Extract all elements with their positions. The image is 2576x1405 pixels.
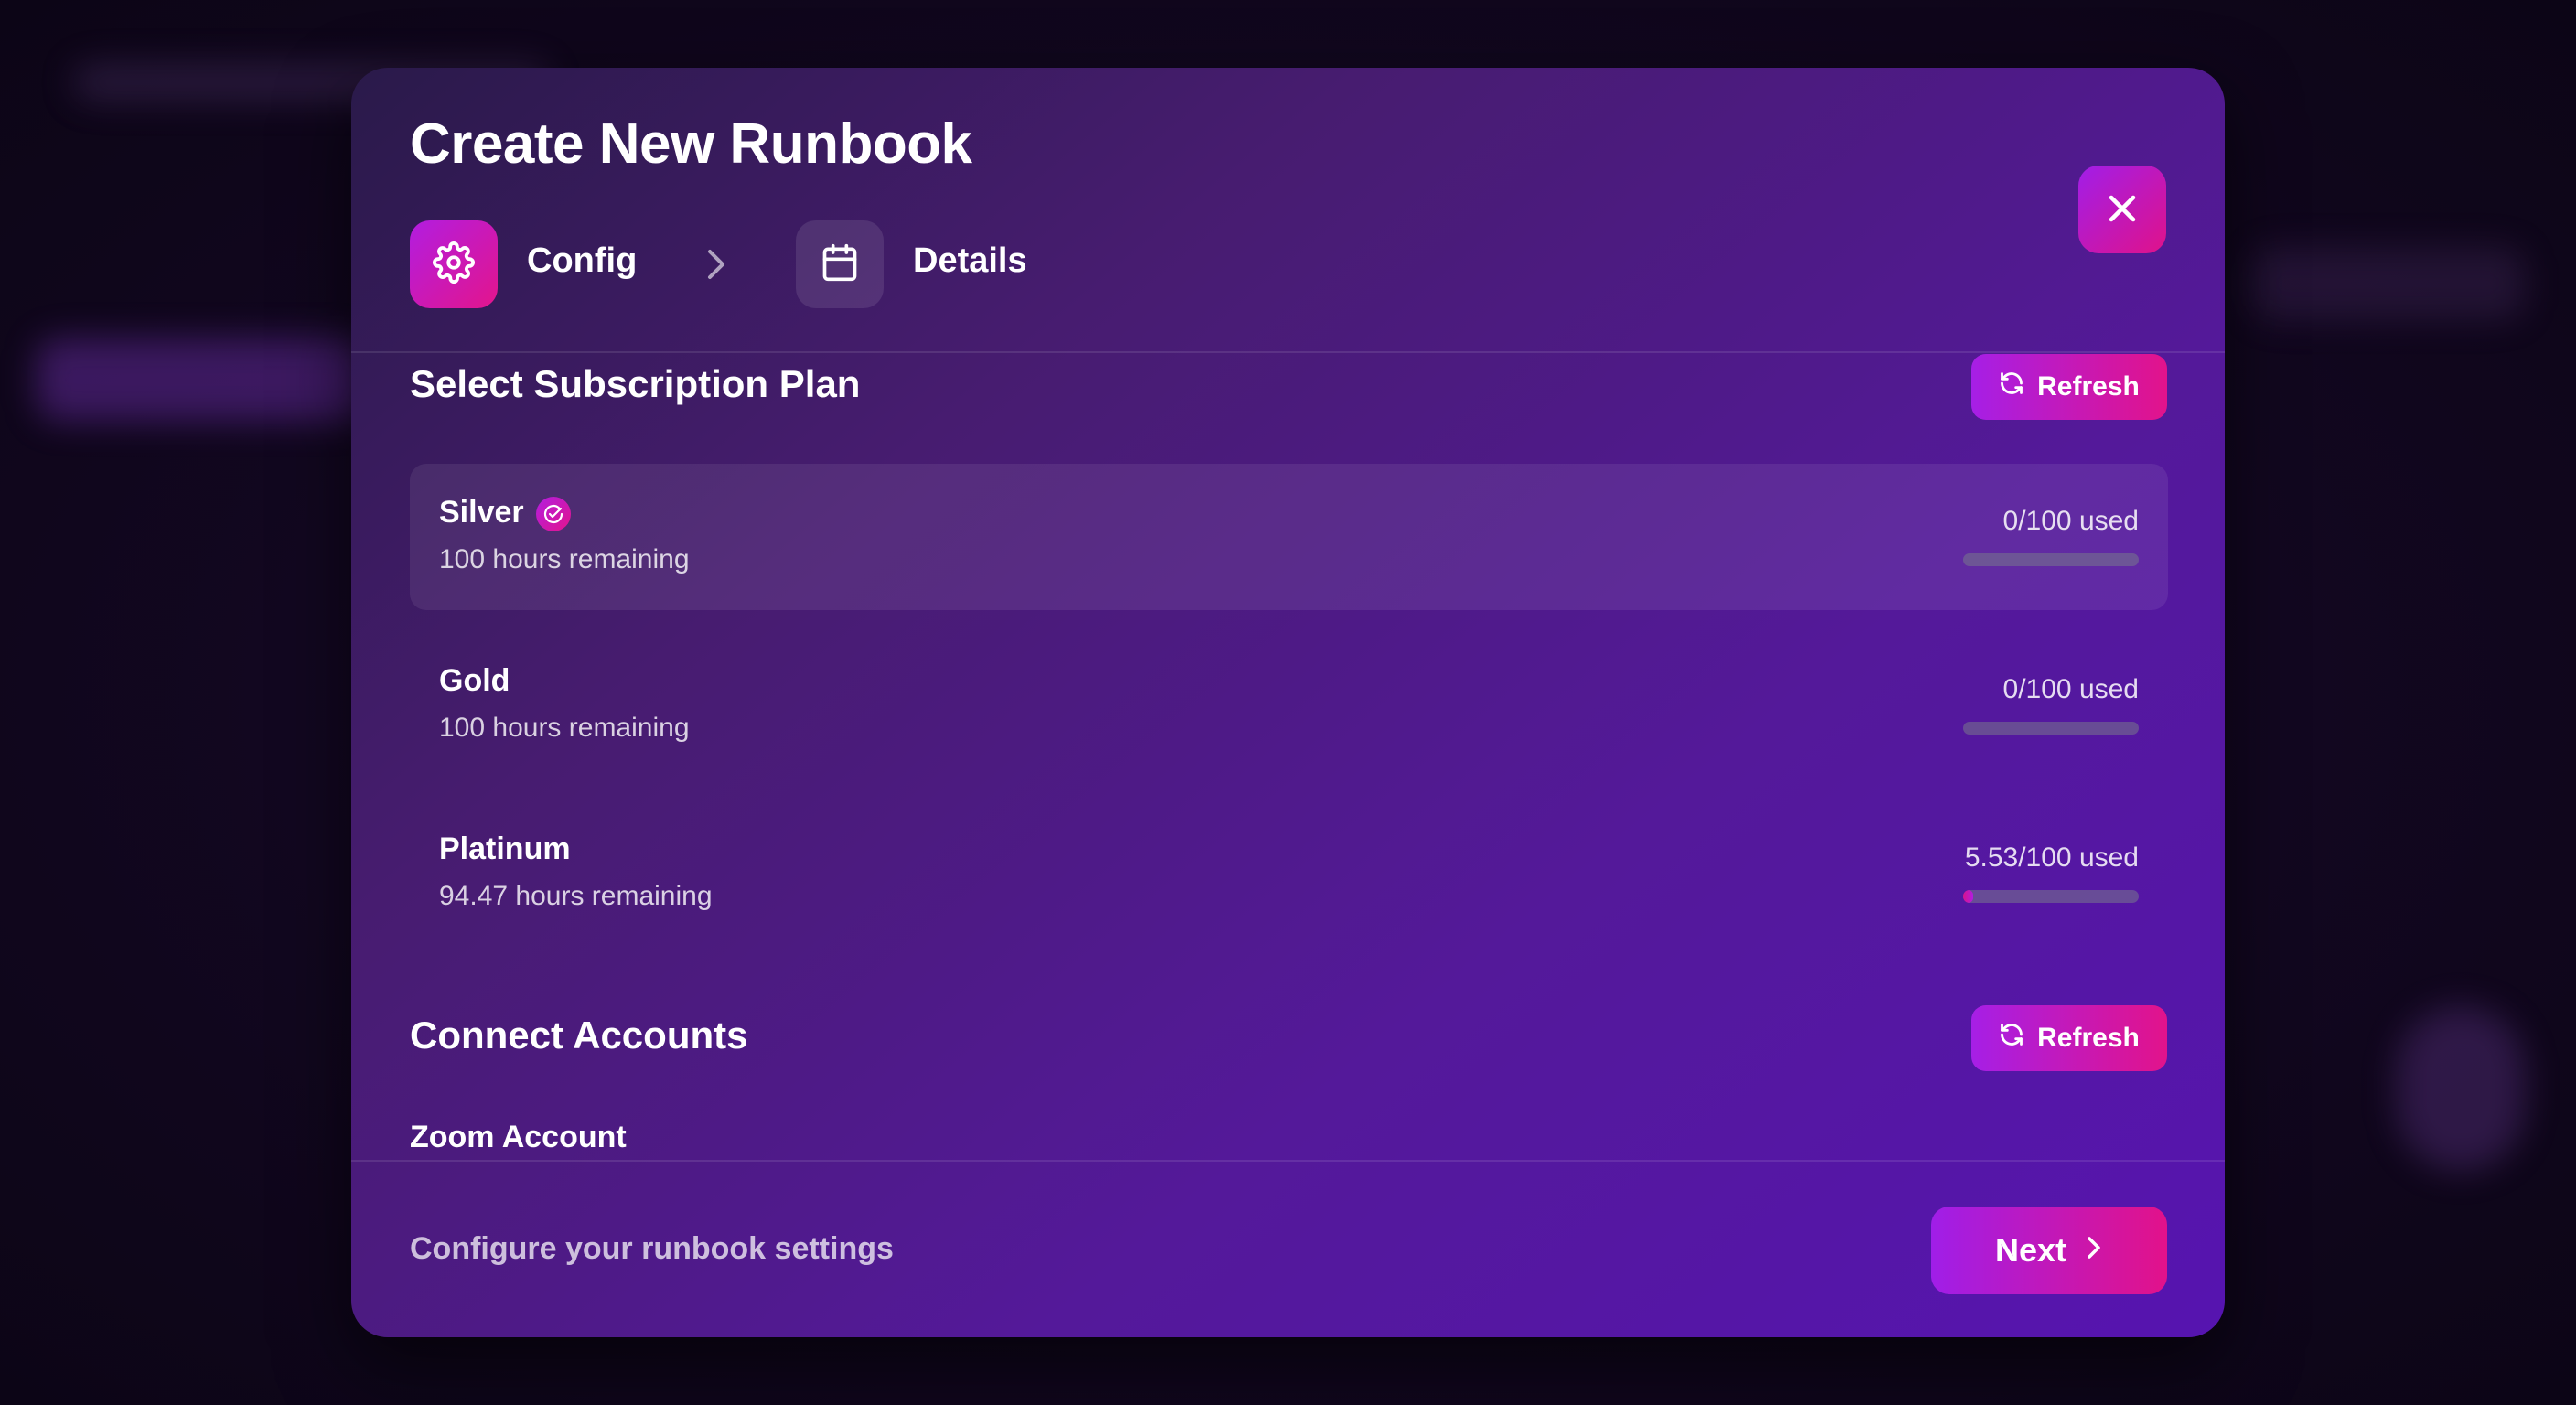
chevron-right-icon: [703, 246, 730, 287]
step-config-label[interactable]: Config: [527, 241, 637, 281]
next-label: Next: [1994, 1231, 2067, 1269]
plan-row-gold[interactable]: Gold 100 hours remaining 0/100 used: [410, 632, 2168, 778]
refresh-label: Refresh: [2037, 371, 2140, 402]
gear-icon: [433, 241, 475, 288]
subscription-section-title: Select Subscription Plan: [410, 362, 861, 405]
background-app-panel: [2250, 247, 2525, 320]
plan-usage: 0/100 used: [2002, 506, 2139, 536]
plan-remaining: 100 hours remaining: [439, 713, 690, 743]
usage-bar-fill: [1963, 890, 1973, 903]
plan-row-platinum[interactable]: Platinum 94.47 hours remaining 5.53/100 …: [410, 800, 2168, 947]
refresh-icon: [1999, 1022, 2024, 1055]
footer-hint: Configure your runbook settings: [410, 1231, 894, 1266]
close-icon: [2106, 192, 2139, 228]
plan-remaining: 100 hours remaining: [439, 544, 690, 574]
next-button[interactable]: Next: [1931, 1207, 2167, 1294]
close-button[interactable]: [2078, 166, 2166, 253]
check-icon: [536, 497, 571, 531]
accounts-section-title: Connect Accounts: [410, 1014, 748, 1056]
step-config-icon-box[interactable]: [410, 220, 498, 308]
calendar-icon: [820, 242, 860, 287]
usage-bar: [1963, 890, 2139, 903]
step-details-icon-box[interactable]: [796, 220, 884, 308]
step-details-label[interactable]: Details: [913, 241, 1027, 281]
background-app-glow: [2397, 1006, 2525, 1171]
chevron-right-icon: [2085, 1231, 2103, 1270]
modal-title: Create New Runbook: [410, 113, 972, 176]
refresh-accounts-button[interactable]: Refresh: [1971, 1005, 2167, 1071]
plan-usage: 0/100 used: [2002, 674, 2139, 704]
refresh-plans-button[interactable]: Refresh: [1971, 354, 2167, 420]
plan-row-silver[interactable]: Silver 100 hours remaining 0/100 used: [410, 464, 2168, 610]
plan-usage: 5.53/100 used: [1964, 842, 2139, 873]
header-divider: [351, 351, 2225, 353]
zoom-account-label: Zoom Account: [410, 1120, 627, 1154]
footer-divider: [351, 1160, 2225, 1162]
usage-bar: [1963, 553, 2139, 566]
plan-name: Silver: [439, 495, 524, 530]
create-runbook-modal: Create New Runbook Config Details Select…: [351, 68, 2225, 1337]
refresh-icon: [1999, 370, 2024, 403]
refresh-label: Refresh: [2037, 1023, 2140, 1053]
usage-bar: [1963, 722, 2139, 735]
plan-name: Gold: [439, 663, 510, 698]
background-app-highlight: [37, 338, 366, 421]
plan-remaining: 94.47 hours remaining: [439, 881, 713, 911]
plan-name: Platinum: [439, 831, 571, 866]
